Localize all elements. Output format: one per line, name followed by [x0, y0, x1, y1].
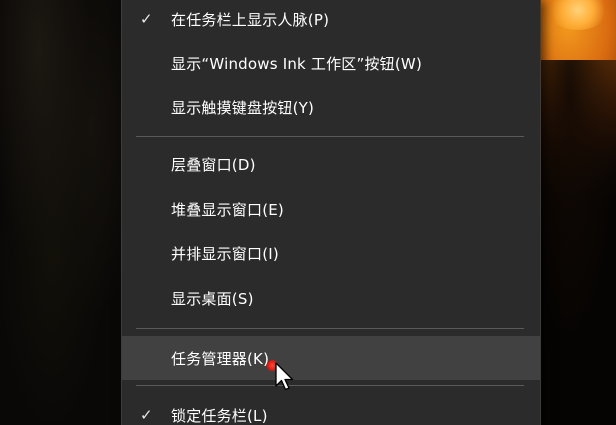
- menu-item-cascade-windows[interactable]: 层叠窗口(D): [122, 142, 540, 186]
- menu-item-side-by-side-windows[interactable]: 并排显示窗口(I): [122, 231, 540, 275]
- menu-separator: [136, 136, 524, 137]
- menu-item-lock-taskbar[interactable]: ✓ 锁定任务栏(L): [122, 393, 540, 425]
- menu-item-label: 任务管理器(K): [171, 349, 270, 368]
- menu-item-label: 堆叠显示窗口(E): [171, 200, 284, 219]
- menu-item-label: 显示“Windows Ink 工作区”按钮(W): [171, 54, 422, 73]
- wallpaper-tree-left: [0, 0, 130, 425]
- checkmark-icon: ✓: [140, 405, 153, 424]
- checkmark-icon: ✓: [140, 9, 153, 28]
- menu-separator: [136, 328, 524, 329]
- menu-item-label: 层叠窗口(D): [171, 155, 256, 174]
- menu-item-label: 显示桌面(S): [171, 289, 254, 308]
- menu-item-show-touch-keyboard-button[interactable]: 显示触摸键盘按钮(Y): [122, 85, 540, 129]
- mouse-pointer-icon: [275, 362, 294, 391]
- menu-item-show-windows-ink-button[interactable]: 显示“Windows Ink 工作区”按钮(W): [122, 41, 540, 85]
- taskbar-context-menu: ✓ 在任务栏上显示人脉(P) 显示“Windows Ink 工作区”按钮(W) …: [121, 0, 541, 425]
- menu-item-label: 显示触摸键盘按钮(Y): [171, 98, 315, 117]
- menu-item-stack-windows[interactable]: 堆叠显示窗口(E): [122, 187, 540, 231]
- menu-item-task-manager[interactable]: 任务管理器(K): [122, 336, 540, 380]
- menu-item-show-people[interactable]: ✓ 在任务栏上显示人脉(P): [122, 0, 540, 41]
- menu-item-label: 在任务栏上显示人脉(P): [171, 10, 330, 29]
- menu-item-label: 并排显示窗口(I): [171, 244, 279, 263]
- wallpaper-tree-right: [530, 60, 616, 425]
- menu-item-label: 锁定任务栏(L): [171, 406, 268, 425]
- menu-item-show-desktop[interactable]: 显示桌面(S): [122, 276, 540, 320]
- menu-separator: [136, 385, 524, 386]
